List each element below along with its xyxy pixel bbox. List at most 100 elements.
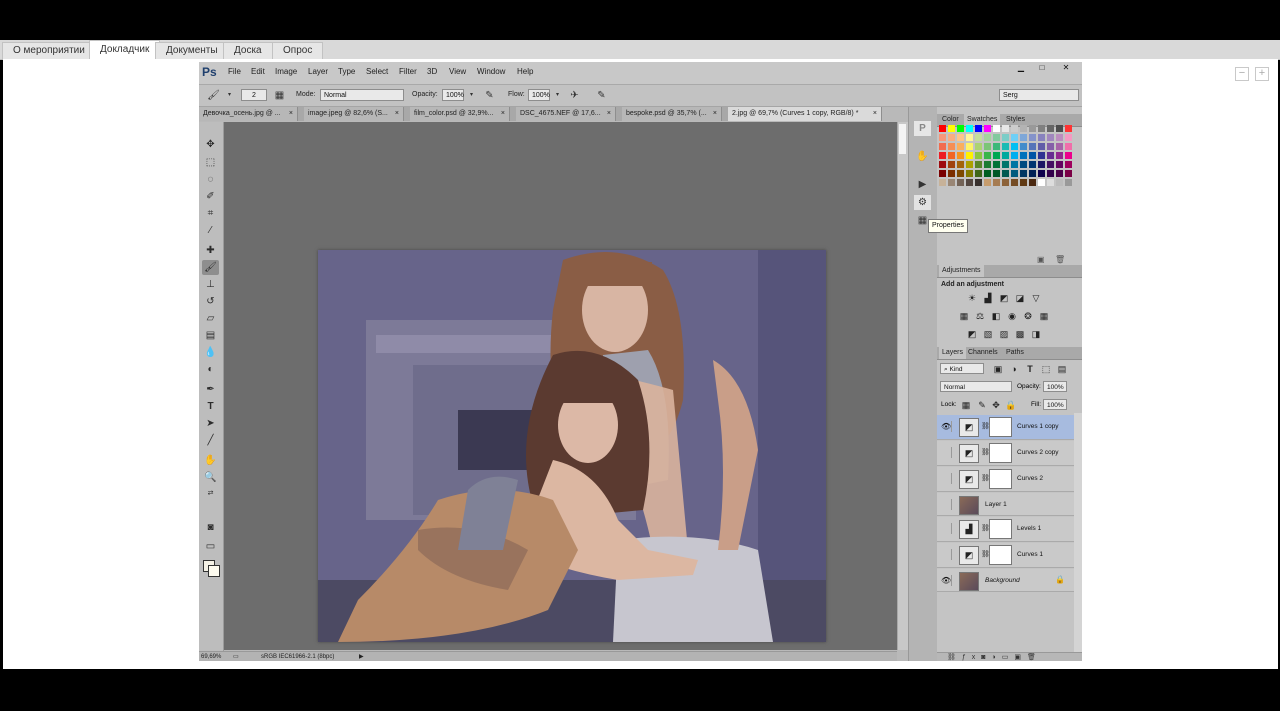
layer-mask-thumb[interactable] [989,469,1012,489]
swatch[interactable] [1011,152,1018,159]
swatch[interactable] [939,143,946,150]
opacity-field[interactable]: 100% [442,89,464,101]
swatch[interactable] [939,152,946,159]
swatch[interactable] [993,125,1000,132]
history-brush-tool-icon[interactable]: ↺ [202,294,219,309]
swatch[interactable] [1002,170,1009,177]
swatch[interactable] [1020,179,1027,186]
swatch[interactable] [1056,179,1063,186]
workspace-select[interactable]: Serg [999,89,1079,101]
swatch[interactable] [957,179,964,186]
swatch[interactable] [1047,152,1054,159]
crop-tool-icon[interactable]: ⌗ [202,206,219,221]
properties-panel-icon[interactable]: ⚙ [914,195,931,210]
swatch[interactable] [1020,134,1027,141]
healing-brush-tool-icon[interactable]: ✚ [202,243,219,258]
filter-smart-object-icon[interactable]: ▤ [1057,364,1067,374]
swatch[interactable] [1020,143,1027,150]
close-icon[interactable]: × [289,107,293,121]
document-info-icon[interactable]: ▭ [233,652,239,661]
screen-mode-icon[interactable]: ▭ [202,539,219,554]
move-tool-icon[interactable]: ✥ [202,137,219,152]
color-balance-icon[interactable]: ⚖ [975,311,985,321]
swatch[interactable] [1056,152,1063,159]
swatch[interactable] [1011,134,1018,141]
swatch[interactable] [948,161,955,168]
close-button[interactable]: ✕ [1055,63,1077,73]
doc-tab[interactable]: film_color.psd @ 32,9%... × [410,107,510,121]
swatch[interactable] [957,134,964,141]
swatch[interactable] [1038,179,1045,186]
page-tab-documents[interactable]: Документы [155,42,229,59]
layer-mask-thumb[interactable] [989,417,1012,437]
swatch[interactable] [939,161,946,168]
doc-tab[interactable]: Девочка_осень.jpg @ ... × [199,107,298,121]
swatch[interactable] [975,143,982,150]
lock-transparent-icon[interactable]: ▦ [961,400,971,410]
pressure-opacity-icon[interactable]: ✎ [483,89,496,102]
swatch[interactable] [1065,134,1072,141]
swatch[interactable] [957,125,964,132]
swatch[interactable] [948,143,955,150]
menu-window[interactable]: Window [477,67,505,76]
threshold-icon[interactable]: ▨ [999,329,1009,339]
swatch[interactable] [975,170,982,177]
black-white-icon[interactable]: ◧ [991,311,1001,321]
zoom-level[interactable]: 69,69% [201,652,221,661]
swatch[interactable] [1011,161,1018,168]
lock-position-icon[interactable]: ✥ [991,400,1001,410]
swatch[interactable] [1056,161,1063,168]
layer-row-curves-1[interactable]: ◩ ⛓ Curves 1 [937,543,1074,568]
page-tab-speaker[interactable]: Докладчик [89,40,161,59]
mode-select[interactable]: Normal [320,89,404,101]
filter-image-icon[interactable]: ▣ [993,364,1003,374]
swatch[interactable] [948,125,955,132]
swatch[interactable] [975,152,982,159]
visibility-toggle[interactable] [941,473,952,484]
swatch[interactable] [1038,125,1045,132]
doc-tab-active[interactable]: 2.jpg @ 69,7% (Curves 1 copy, RGB/8) * × [728,107,882,121]
scrollbar-thumb[interactable] [899,124,906,154]
filter-type-icon[interactable]: T [1025,364,1035,374]
close-icon[interactable]: × [501,107,505,121]
swatch[interactable] [1020,125,1027,132]
swatch[interactable] [993,170,1000,177]
close-icon[interactable]: × [607,107,611,121]
swatch[interactable] [966,143,973,150]
visibility-toggle[interactable] [941,549,952,560]
background-color-swatch[interactable] [208,565,220,577]
gradient-map-icon[interactable]: ▩ [1015,329,1025,339]
swatch[interactable] [993,134,1000,141]
vertical-scrollbar[interactable] [897,122,908,650]
menu-view[interactable]: View [449,67,466,76]
swatch[interactable] [957,152,964,159]
canvas-area[interactable] [224,122,897,650]
swatch[interactable] [1011,170,1018,177]
swatch[interactable] [1065,170,1072,177]
opacity-dropdown-icon[interactable]: ▾ [465,89,478,102]
photo-filter-icon[interactable]: ◉ [1007,311,1017,321]
page-tab-poll[interactable]: Опрос [272,42,324,59]
swatch[interactable] [984,161,991,168]
swatch[interactable] [1020,161,1027,168]
swatch[interactable] [1002,152,1009,159]
blur-tool-icon[interactable]: 💧 [202,345,219,360]
visibility-toggle[interactable] [941,499,952,510]
swatch[interactable] [1002,143,1009,150]
swatch[interactable] [1038,134,1045,141]
swatch[interactable] [1002,161,1009,168]
new-swatch-icon[interactable]: ▣ [1037,255,1045,264]
swatch[interactable] [939,170,946,177]
color-lookup-icon[interactable]: ▦ [1039,311,1049,321]
swatch[interactable] [966,152,973,159]
quick-mask-icon[interactable]: ◙ [202,520,219,535]
status-menu-icon[interactable]: ▶ [359,652,364,661]
visibility-toggle[interactable] [941,447,952,458]
doc-tab[interactable]: bespoke.psd @ 35,7% (... × [622,107,722,121]
swatch[interactable] [966,161,973,168]
swatch[interactable] [993,152,1000,159]
swatch[interactable] [975,125,982,132]
airbrush-icon[interactable]: ✈ [568,89,581,102]
tab-adjustments[interactable]: Adjustments [939,265,984,277]
line-tool-icon[interactable]: ╱ [202,433,219,448]
